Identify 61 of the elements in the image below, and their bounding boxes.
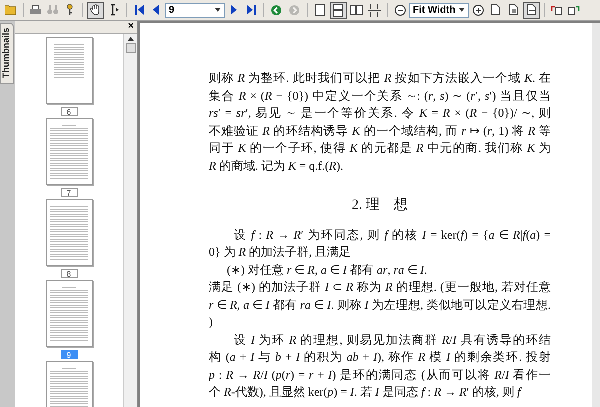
text-line: 设 I 为环 R 的理想, 则易见加法商群 R/I 具有诱导的环结 bbox=[233, 332, 551, 348]
section-heading: 2. 理 想 bbox=[352, 197, 408, 214]
thumbnails-tab[interactable]: Thumbnails bbox=[0, 23, 14, 84]
folder-icon bbox=[5, 5, 17, 15]
back-icon bbox=[271, 4, 282, 16]
fit-width-button[interactable] bbox=[523, 2, 540, 18]
grid-pages-icon bbox=[368, 4, 381, 16]
binoculars-icon bbox=[47, 5, 59, 15]
page-number-label: 6 bbox=[60, 107, 78, 116]
continuous-button[interactable] bbox=[330, 2, 347, 18]
page-number-label: 8 bbox=[60, 269, 78, 278]
text-line: 设 f : R → R′ 为环同态, 则 f 的核 I = ker(f) = {a ∈ R|f(a) = bbox=[233, 226, 551, 244]
dropdown-caret-icon bbox=[459, 8, 465, 12]
hand-button[interactable] bbox=[87, 2, 104, 18]
text-line: r ∈ R, a ∈ I 都有 ra ∈ I. 则称 I 为左理想, 类似地可以定义右理想. bbox=[209, 296, 551, 314]
text-line: (∗) 对任意 r ∈ R, a ∈ I 都有 ar, ra ∈ I. bbox=[226, 262, 428, 278]
facing-pages-icon bbox=[350, 4, 363, 16]
forward-icon bbox=[289, 4, 300, 16]
zoom-field[interactable]: Fit Width bbox=[409, 2, 469, 18]
text-line: p : R → R/I (p(r) = r + I) 是环的满同态 (从而可以将 R/I 看作一 bbox=[209, 366, 551, 384]
close-button[interactable]: × bbox=[128, 21, 134, 33]
first-page-icon bbox=[134, 5, 144, 15]
scroll-up-arrow-icon[interactable] bbox=[128, 37, 134, 41]
page-number-label: 9 bbox=[60, 350, 78, 359]
scroll-thumb[interactable] bbox=[126, 43, 136, 53]
page-thumbnail[interactable] bbox=[46, 280, 92, 347]
page-number-field[interactable]: 9 bbox=[165, 2, 225, 18]
previous-icon bbox=[153, 5, 159, 15]
page-number-label: 7 bbox=[60, 188, 78, 197]
fit-width-icon bbox=[526, 4, 536, 16]
page-thumbnail[interactable] bbox=[46, 37, 92, 104]
next-icon bbox=[231, 5, 237, 15]
text-line: 满足 (∗) 的加法子群 I ⊂ R 称为 R 的理想. (更一般地, 若对任意 bbox=[209, 279, 551, 296]
minus-circle-icon bbox=[394, 4, 406, 16]
continuous-pages-icon bbox=[333, 4, 344, 16]
rotate-page-icon bbox=[568, 4, 580, 16]
text-line: rs′ = sr′, 易见 ∼ 是一个等价关系. 令 K = R × (R − {0})/ ∼, 则 bbox=[209, 105, 551, 122]
rotate-page-icon bbox=[551, 4, 563, 16]
text-line: 构 (a + I 与 b + I 的积为 ab + I), 称作 R 模 I 的剩余类环. 投射 bbox=[209, 349, 551, 366]
dropdown-caret-icon bbox=[215, 8, 221, 12]
last-page-icon bbox=[246, 5, 256, 15]
text-line: 0} 为 R 的加法子群, 且满足 bbox=[209, 244, 352, 261]
text-line: 集合 R × (R − {0}) 中定义一个关系 ∼: (r, s) ∼ (r′, s′) 当且仅当 bbox=[209, 88, 551, 104]
hand-icon bbox=[90, 4, 102, 16]
text-line: 则称 R 为整环. 此时我们可以把 R 按如下方法嵌入一个域 K. 在 bbox=[209, 70, 551, 87]
text-line: ) bbox=[209, 314, 214, 331]
key-icon bbox=[66, 4, 74, 16]
page-thumbnail[interactable] bbox=[46, 199, 92, 266]
text-line: R 的商域. 记为 K = q.f.(R). bbox=[209, 158, 344, 174]
text-line: 个 R-代数), 且显然 ker(p) = I. 若 I 是同态 f : R → R′ 的核, 则 f bbox=[209, 384, 523, 401]
text-line: 不难验证 R 的环结构诱导 K 的一个域结构, 而 r ↦ (r, 1) 将 R 等 bbox=[209, 122, 551, 140]
page-thumbnail[interactable] bbox=[46, 118, 92, 185]
text-line: 同于 K 的一个子环, 使得 K 的元都是 R 中元的商. 我们称 K 为 bbox=[209, 140, 551, 157]
continuous-facing-button[interactable] bbox=[366, 2, 383, 18]
page-icon bbox=[490, 4, 500, 16]
plus-circle-icon bbox=[472, 4, 484, 16]
single-page-icon bbox=[315, 4, 326, 16]
scrollbar[interactable] bbox=[123, 34, 137, 407]
fit-page-icon bbox=[508, 4, 518, 16]
scrollbar[interactable] bbox=[592, 23, 600, 407]
printer-icon bbox=[30, 4, 42, 16]
